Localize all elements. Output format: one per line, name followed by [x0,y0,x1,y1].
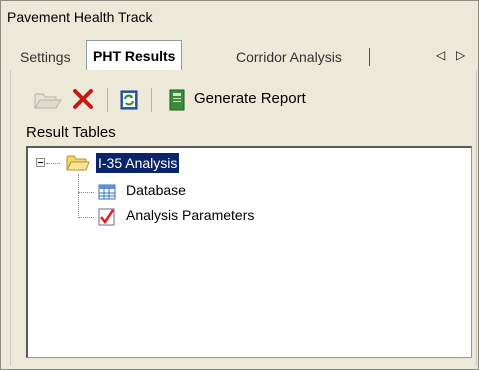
tree-connector-vertical [78,174,79,218]
arrow-right-icon[interactable]: ▷ [456,48,465,62]
tab-strip: Settings PHT Results Corridor Analysis ◁… [10,40,475,71]
folder-open-icon[interactable] [34,90,62,110]
result-tree[interactable]: I-35 Analysis Database Analysis Paramete… [26,146,472,358]
result-tables-label: Result Tables [26,124,116,141]
tree-connector-child-2 [78,217,94,218]
tab-settings[interactable]: Settings [20,44,71,70]
collapse-toggle[interactable] [36,158,45,167]
tab-separator [369,48,370,66]
refresh-icon[interactable] [120,90,138,110]
folder-icon [66,155,90,171]
checklist-icon [98,208,115,226]
arrow-left-icon[interactable]: ◁ [436,48,445,62]
tab-corridor-analysis[interactable]: Corridor Analysis [236,44,342,70]
window-title: Pavement Health Track [7,9,153,25]
tree-node-i35-analysis[interactable]: I-35 Analysis [96,153,180,173]
report-book-icon[interactable] [168,89,186,111]
tab-pht-results[interactable]: PHT Results [86,40,183,71]
table-grid-icon [98,184,116,200]
toolbar-separator-2 [151,88,152,112]
delete-x-icon[interactable] [72,88,94,110]
generate-report-button[interactable]: Generate Report [194,90,306,107]
toolbar-separator [107,88,108,112]
tree-node-database[interactable]: Database [126,182,186,198]
tree-connector [46,163,60,164]
tree-node-analysis-parameters[interactable]: Analysis Parameters [126,207,254,223]
tree-connector-child-1 [78,192,94,193]
